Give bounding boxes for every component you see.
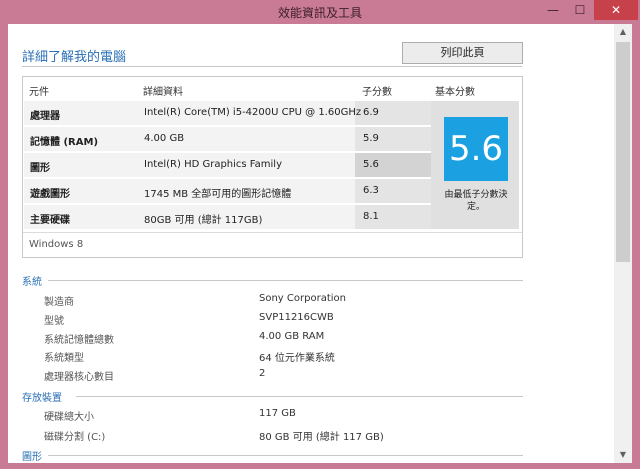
- section-divider: [48, 280, 523, 281]
- section-divider: [76, 396, 523, 397]
- section-heading-storage: 存放裝置: [22, 393, 62, 404]
- info-value: 117 GB: [259, 408, 296, 419]
- component-details: 1745 MB 全部可用的圖形記憶體: [144, 189, 292, 200]
- component-subscore: 5.9: [363, 133, 379, 144]
- table-row: 主要硬碟 80GB 可用 (總計 117GB) 8.1: [24, 205, 432, 229]
- table-row: 遊戲圖形 1745 MB 全部可用的圖形記憶體 6.3: [24, 179, 432, 203]
- component-name: 主要硬碟: [30, 215, 70, 226]
- close-button[interactable]: ✕: [594, 0, 638, 20]
- base-score-area: 5.6 由最低子分數決定。: [431, 101, 519, 229]
- base-score-description: 由最低子分數決定。: [444, 190, 508, 212]
- base-score-tile: 5.6: [444, 117, 508, 181]
- column-header-component: 元件: [29, 87, 49, 98]
- info-label: 處理器核心數目: [44, 372, 114, 383]
- component-name: 遊戲圖形: [30, 189, 70, 200]
- table-row: 處理器 Intel(R) Core(TM) i5-4200U CPU @ 1.6…: [24, 101, 432, 125]
- score-panel: 元件 詳細資料 子分數 基本分數 處理器 Intel(R) Core(TM) i…: [22, 76, 523, 258]
- page-title: 詳細了解我的電腦: [22, 50, 127, 65]
- component-details: 80GB 可用 (總計 117GB): [144, 215, 263, 226]
- content-area: 詳細了解我的電腦 列印此頁 元件 詳細資料 子分數 基本分數 處理器 Intel…: [8, 24, 614, 463]
- table-row: 記憶體 (RAM) 4.00 GB 5.9: [24, 127, 432, 151]
- info-value: 80 GB 可用 (總計 117 GB): [259, 432, 384, 443]
- window-frame-left: [0, 24, 8, 469]
- column-header-subscore: 子分數: [362, 87, 392, 98]
- title-bar: 效能資訊及工具 — ☐ ✕: [0, 0, 640, 24]
- component-subscore: 6.9: [363, 107, 379, 118]
- info-label: 製造商: [44, 297, 74, 308]
- window-frame-bottom: [0, 463, 640, 469]
- info-value: 2: [259, 368, 266, 379]
- os-edition: Windows 8: [29, 239, 84, 250]
- component-details: Intel(R) HD Graphics Family: [144, 159, 282, 170]
- component-subscore: 8.1: [363, 211, 379, 222]
- minimize-button[interactable]: —: [540, 0, 566, 20]
- section-heading-graphics: 圖形: [22, 452, 42, 463]
- info-value: SVP11216CWB: [259, 312, 334, 323]
- info-label: 系統類型: [44, 353, 84, 364]
- column-header-base-score: 基本分數: [435, 87, 475, 98]
- info-label: 硬碟總大小: [44, 412, 94, 423]
- info-label: 型號: [44, 316, 64, 327]
- component-details: Intel(R) Core(TM) i5-4200U CPU @ 1.60GHz: [144, 107, 362, 118]
- title-divider: [22, 66, 522, 67]
- window-frame-right: [632, 24, 640, 469]
- column-header-details: 詳細資料: [143, 87, 183, 98]
- table-row: 圖形 Intel(R) HD Graphics Family 5.6: [24, 153, 432, 177]
- component-subscore: 5.6: [363, 159, 379, 170]
- scrollbar-thumb[interactable]: [616, 42, 630, 262]
- vertical-scrollbar[interactable]: ▲ ▼: [614, 24, 632, 463]
- component-details: 4.00 GB: [144, 133, 185, 144]
- section-divider: [48, 455, 523, 456]
- component-subscore: 6.3: [363, 185, 379, 196]
- section-heading-system: 系統: [22, 277, 42, 288]
- info-label: 系統記憶體總數: [44, 335, 114, 346]
- scroll-up-icon[interactable]: ▲: [614, 24, 632, 40]
- info-value: Sony Corporation: [259, 293, 346, 304]
- scroll-down-icon[interactable]: ▼: [614, 447, 632, 463]
- component-name: 記憶體 (RAM): [30, 137, 99, 148]
- info-value: 64 位元作業系統: [259, 353, 335, 364]
- maximize-button[interactable]: ☐: [567, 0, 593, 20]
- component-name: 圖形: [30, 163, 50, 174]
- info-label: 磁碟分割 (C:): [44, 432, 106, 443]
- info-value: 4.00 GB RAM: [259, 331, 325, 342]
- component-name: 處理器: [30, 111, 60, 122]
- print-page-button[interactable]: 列印此頁: [402, 42, 523, 64]
- panel-divider: [23, 232, 522, 233]
